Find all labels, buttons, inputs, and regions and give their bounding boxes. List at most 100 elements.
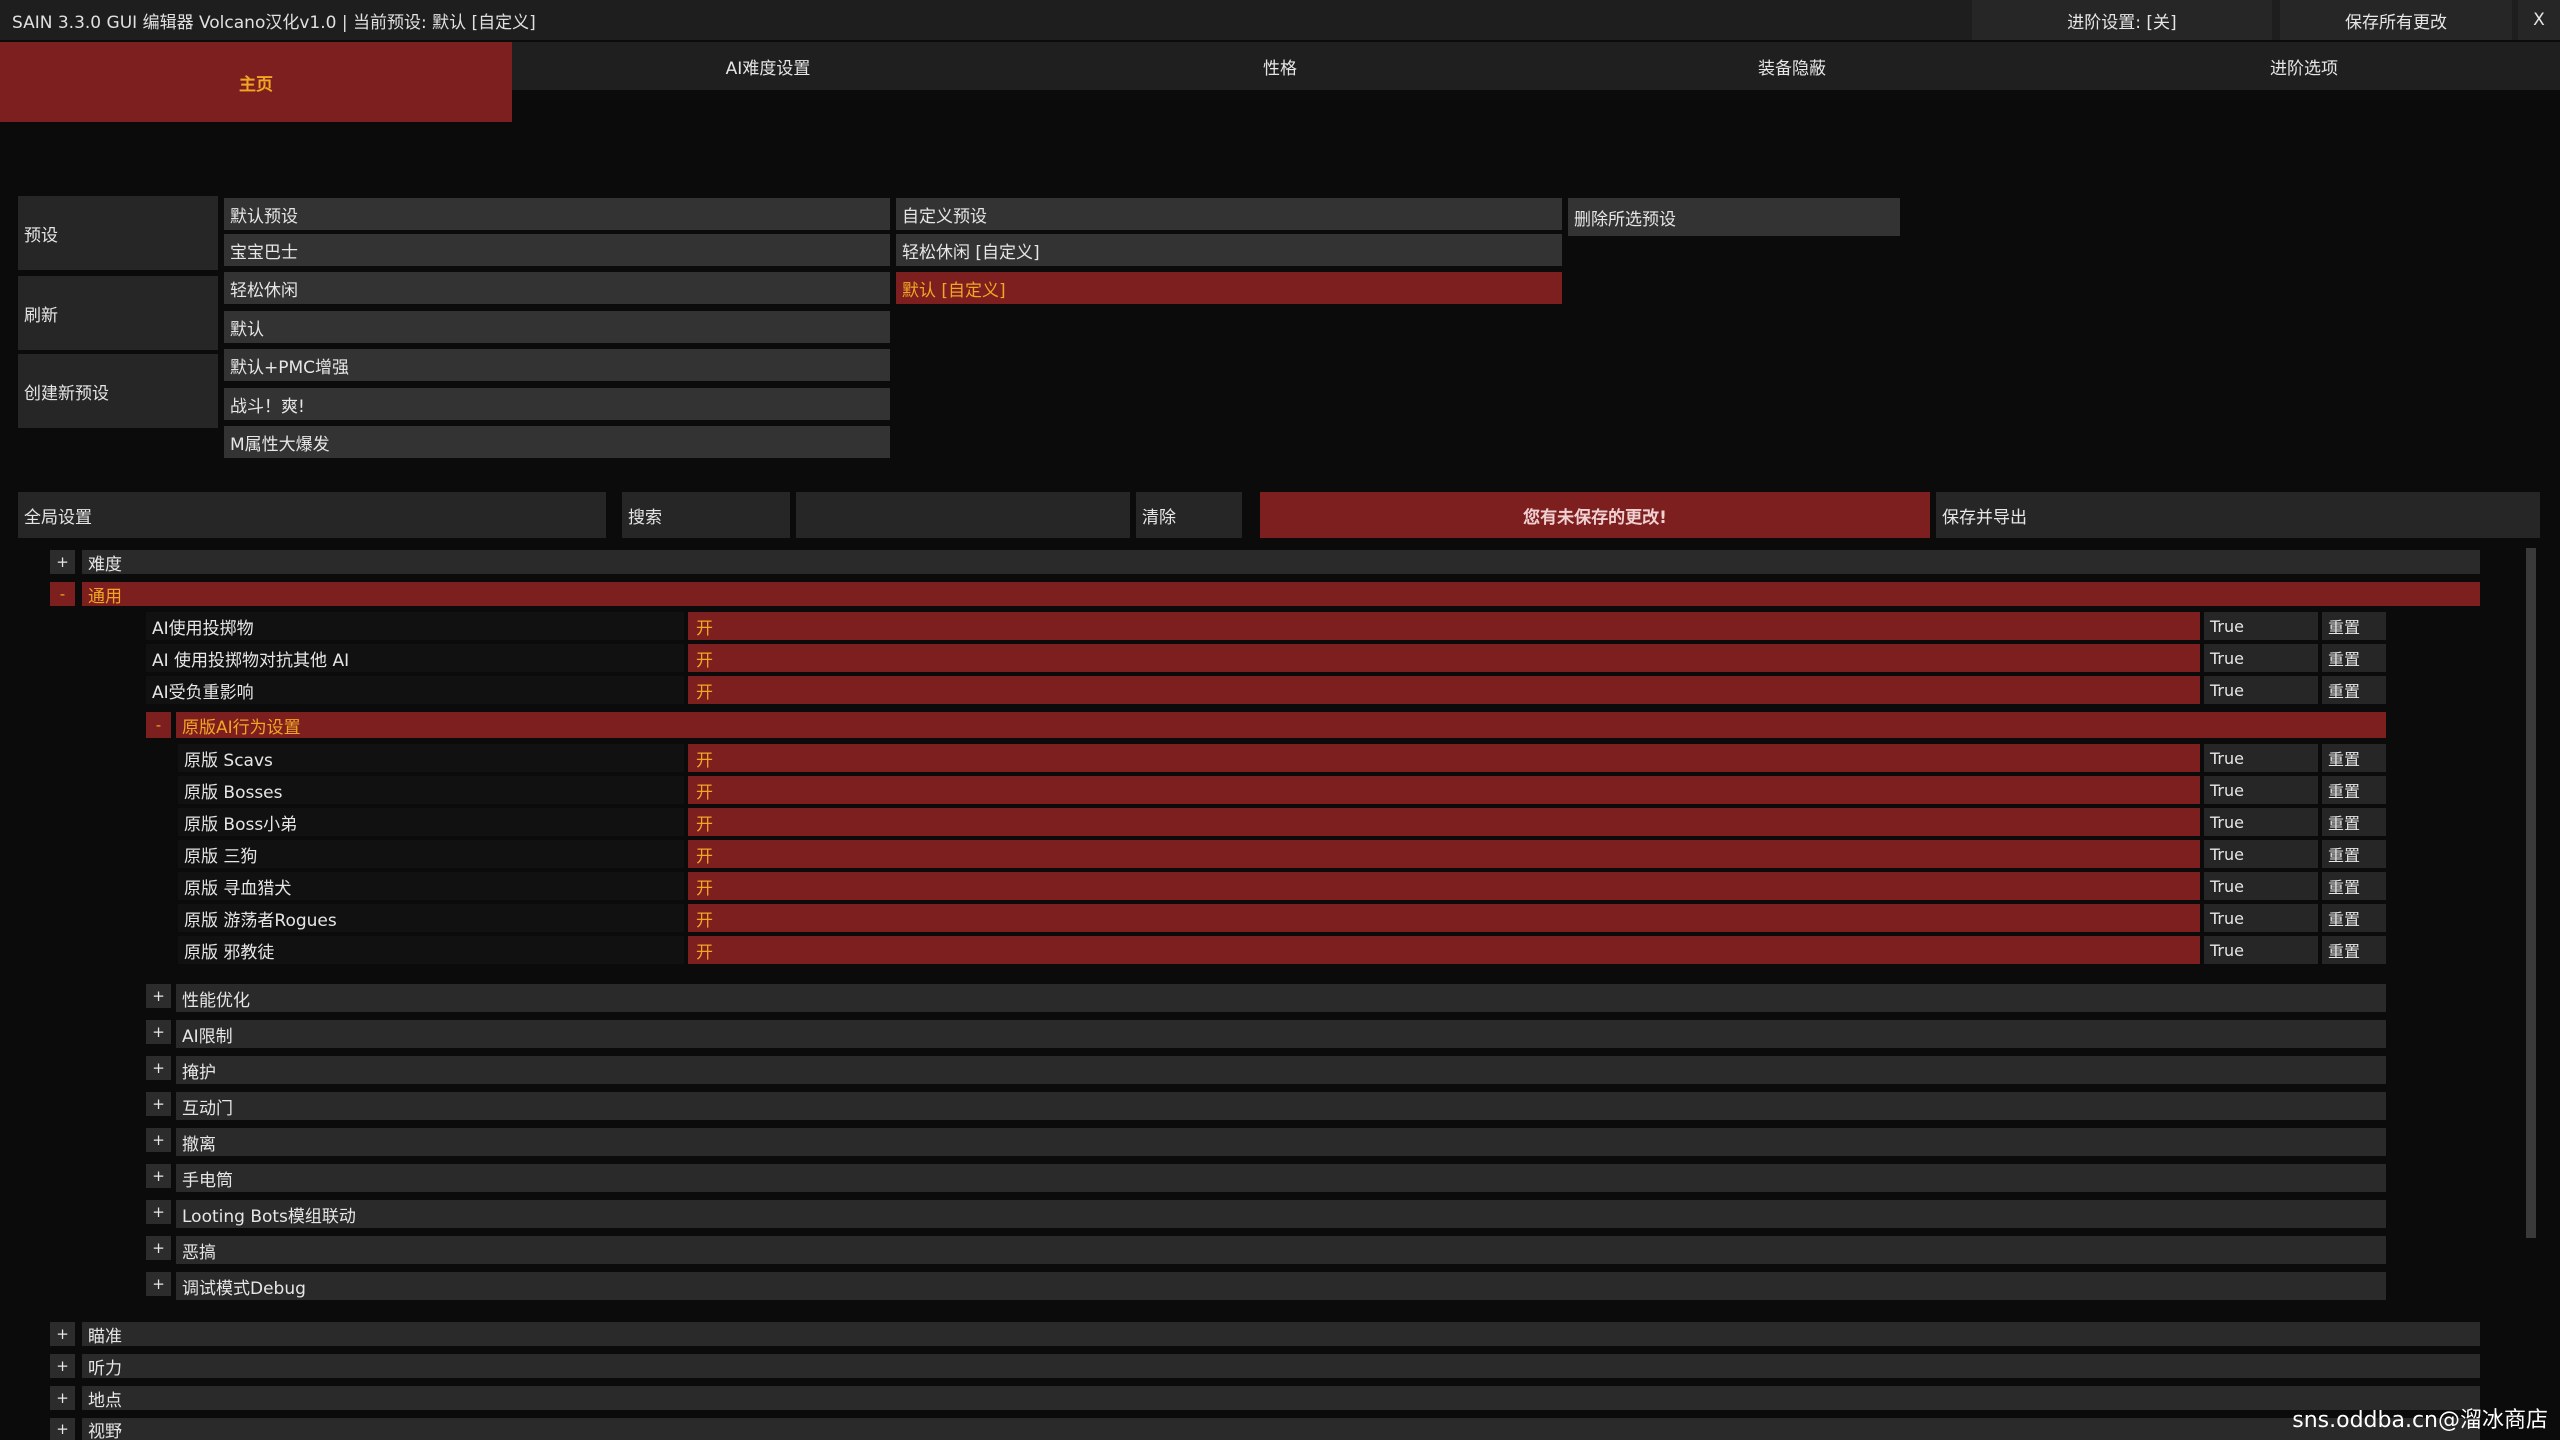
- preset-item[interactable]: M属性大爆发: [224, 426, 890, 458]
- section-vision[interactable]: 视野: [82, 1418, 2480, 1440]
- setting-toggle[interactable]: 开: [688, 872, 2200, 900]
- delete-preset-button[interactable]: 删除所选预设: [1568, 198, 1900, 236]
- setting-toggle[interactable]: 开: [688, 744, 2200, 772]
- preset-button[interactable]: 预设: [18, 196, 218, 270]
- setting-label: 原版 寻血猎犬: [178, 872, 684, 900]
- section-looting-bots[interactable]: Looting Bots模组联动: [176, 1200, 2386, 1228]
- preset-item[interactable]: 轻松休闲: [224, 272, 890, 304]
- preset-item[interactable]: 默认预设: [224, 198, 890, 230]
- expand-button[interactable]: +: [146, 984, 171, 1008]
- advanced-settings-toggle[interactable]: 进阶设置: [关]: [1972, 0, 2272, 40]
- section-vanilla-ai[interactable]: 原版AI行为设置: [176, 712, 2386, 738]
- section-prank[interactable]: 恶搞: [176, 1236, 2386, 1264]
- section-performance[interactable]: 性能优化: [176, 984, 2386, 1012]
- tab-bar: 主页 AI难度设置 性格 装备隐蔽 进阶选项: [0, 42, 2560, 122]
- window-title: SAIN 3.3.0 GUI 编辑器 Volcano汉化v1.0 | 当前预设:…: [12, 12, 536, 33]
- expand-button[interactable]: +: [146, 1200, 171, 1224]
- tab-ai-difficulty[interactable]: AI难度设置: [512, 42, 1024, 90]
- tab-gear-stealth[interactable]: 装备隐蔽: [1536, 42, 2048, 90]
- reset-button[interactable]: 重置: [2322, 904, 2386, 932]
- reset-button[interactable]: 重置: [2322, 644, 2386, 672]
- setting-label: 原版 三狗: [178, 840, 684, 868]
- tab-personality[interactable]: 性格: [1024, 42, 1536, 90]
- expand-button[interactable]: +: [146, 1056, 171, 1080]
- reset-button[interactable]: 重置: [2322, 744, 2386, 772]
- section-doors[interactable]: 互动门: [176, 1092, 2386, 1120]
- setting-bool: True: [2204, 612, 2318, 640]
- tab-home[interactable]: 主页: [0, 42, 512, 122]
- section-hearing[interactable]: 听力: [82, 1354, 2480, 1379]
- save-export-button[interactable]: 保存并导出: [1936, 492, 2540, 538]
- setting-bool: True: [2204, 808, 2318, 836]
- expand-button[interactable]: +: [146, 1272, 171, 1296]
- setting-bool: True: [2204, 936, 2318, 964]
- setting-label: 原版 Bosses: [178, 776, 684, 804]
- refresh-button[interactable]: 刷新: [18, 276, 218, 350]
- expand-button[interactable]: +: [146, 1164, 171, 1188]
- reset-button[interactable]: 重置: [2322, 936, 2386, 964]
- expand-button[interactable]: +: [146, 1092, 171, 1116]
- setting-toggle[interactable]: 开: [688, 776, 2200, 804]
- setting-toggle[interactable]: 开: [688, 644, 2200, 672]
- section-general[interactable]: 通用: [82, 582, 2480, 607]
- create-preset-button[interactable]: 创建新预设: [18, 354, 218, 428]
- setting-toggle[interactable]: 开: [688, 612, 2200, 640]
- scrollbar-thumb[interactable]: [2526, 548, 2536, 1238]
- save-all-button[interactable]: 保存所有更改: [2280, 0, 2512, 40]
- setting-toggle[interactable]: 开: [688, 840, 2200, 868]
- section-difficulty[interactable]: 难度: [82, 550, 2480, 575]
- preset-item[interactable]: 宝宝巴士: [224, 234, 890, 266]
- reset-button[interactable]: 重置: [2322, 872, 2386, 900]
- expand-button[interactable]: +: [50, 550, 75, 574]
- setting-label: AI 使用投掷物对抗其他 AI: [146, 644, 684, 672]
- custom-preset-item-selected[interactable]: 默认 [自定义]: [896, 272, 1562, 304]
- reset-button[interactable]: 重置: [2322, 612, 2386, 640]
- close-button[interactable]: X: [2518, 0, 2560, 40]
- section-extract[interactable]: 撤离: [176, 1128, 2386, 1156]
- custom-preset-item[interactable]: 轻松休闲 [自定义]: [896, 234, 1562, 266]
- expand-button[interactable]: +: [50, 1418, 75, 1440]
- preset-item[interactable]: 默认: [224, 311, 890, 343]
- setting-toggle[interactable]: 开: [688, 904, 2200, 932]
- search-label: 搜索: [622, 492, 790, 538]
- section-location[interactable]: 地点: [82, 1386, 2480, 1411]
- tab-advanced-options[interactable]: 进阶选项: [2048, 42, 2560, 90]
- preset-item[interactable]: 战斗！爽!: [224, 388, 890, 420]
- setting-toggle[interactable]: 开: [688, 936, 2200, 964]
- watermark: sns.oddba.cn@溜冰商店: [2292, 1408, 2548, 1433]
- section-cover[interactable]: 掩护: [176, 1056, 2386, 1084]
- setting-toggle[interactable]: 开: [688, 808, 2200, 836]
- setting-label: 原版 邪教徒: [178, 936, 684, 964]
- expand-button[interactable]: +: [50, 1322, 75, 1346]
- custom-preset-header: 自定义预设: [896, 198, 1562, 230]
- section-debug[interactable]: 调试模式Debug: [176, 1272, 2386, 1300]
- setting-bool: True: [2204, 872, 2318, 900]
- preset-item[interactable]: 默认+PMC增强: [224, 349, 890, 381]
- expand-button[interactable]: +: [50, 1354, 75, 1378]
- clear-button[interactable]: 清除: [1136, 492, 1242, 538]
- reset-button[interactable]: 重置: [2322, 676, 2386, 704]
- expand-button[interactable]: +: [50, 1386, 75, 1410]
- unsaved-changes-banner: 您有未保存的更改!: [1260, 492, 1930, 538]
- section-aiming[interactable]: 瞄准: [82, 1322, 2480, 1347]
- setting-bool: True: [2204, 840, 2318, 868]
- reset-button[interactable]: 重置: [2322, 776, 2386, 804]
- setting-label: AI使用投掷物: [146, 612, 684, 640]
- reset-button[interactable]: 重置: [2322, 840, 2386, 868]
- setting-label: 原版 Boss小弟: [178, 808, 684, 836]
- reset-button[interactable]: 重置: [2322, 808, 2386, 836]
- setting-bool: True: [2204, 776, 2318, 804]
- search-input[interactable]: [796, 492, 1130, 538]
- expand-button[interactable]: +: [146, 1128, 171, 1152]
- section-ai-limits[interactable]: AI限制: [176, 1020, 2386, 1048]
- setting-toggle[interactable]: 开: [688, 676, 2200, 704]
- collapse-button[interactable]: -: [50, 582, 75, 606]
- setting-bool: True: [2204, 904, 2318, 932]
- setting-bool: True: [2204, 676, 2318, 704]
- collapse-button[interactable]: -: [146, 712, 171, 738]
- setting-label: AI受负重影响: [146, 676, 684, 704]
- expand-button[interactable]: +: [146, 1236, 171, 1260]
- global-settings-label: 全局设置: [18, 492, 606, 538]
- expand-button[interactable]: +: [146, 1020, 171, 1044]
- section-flashlight[interactable]: 手电筒: [176, 1164, 2386, 1192]
